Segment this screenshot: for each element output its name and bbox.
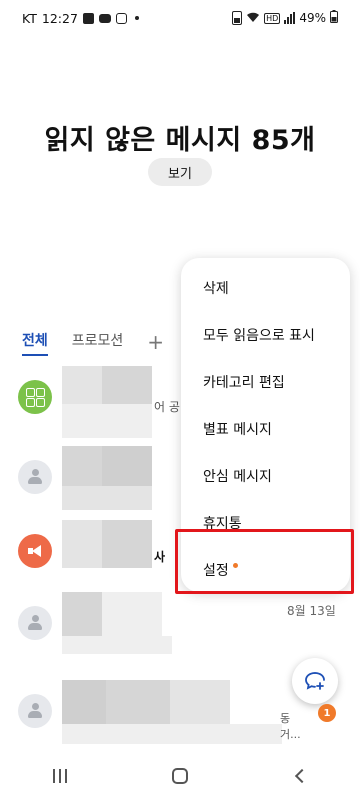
overflow-menu: 삭제 모두 읽음으로 표시 카테고리 편집 별표 메시지 안심 메시지 휴지통 …	[181, 258, 350, 592]
gallery-notification-icon	[82, 12, 94, 24]
page-title: 읽지 않은 메시지 85개	[44, 125, 316, 156]
carrier-label: KT	[22, 10, 37, 26]
view-button[interactable]: 보기	[148, 158, 212, 186]
avatar	[18, 534, 52, 568]
battery-icon	[330, 10, 338, 26]
message-date: 8월 13일	[287, 604, 336, 618]
battery-saver-icon	[232, 11, 243, 25]
message-snippet: 사	[154, 550, 166, 564]
avatar	[18, 694, 52, 728]
home-button[interactable]	[150, 756, 210, 796]
back-icon	[294, 768, 310, 784]
category-tabs: 전체 프로모션 +	[22, 330, 164, 356]
home-icon	[172, 768, 188, 784]
avatar	[18, 606, 52, 640]
avatar	[18, 380, 52, 414]
menu-item-trash[interactable]: 휴지통	[181, 499, 350, 546]
avatar	[18, 460, 52, 494]
new-badge-dot	[232, 563, 238, 568]
system-nav-bar	[0, 752, 360, 800]
menu-item-delete[interactable]: 삭제	[181, 264, 350, 311]
instagram-notification-icon	[115, 12, 127, 24]
battery-percent: 49%	[299, 11, 326, 25]
message-snippet: 거...	[280, 728, 301, 741]
menu-item-mark-all-read[interactable]: 모두 읽음으로 표시	[181, 311, 350, 358]
message-snippet: 동	[280, 712, 291, 725]
signal-icon	[284, 12, 296, 24]
recent-apps-icon	[53, 769, 67, 783]
add-category-button[interactable]: +	[147, 332, 164, 352]
clock: 12:27	[41, 10, 78, 26]
wifi-icon	[246, 11, 260, 26]
megaphone-icon	[28, 545, 42, 557]
new-chat-icon	[305, 672, 325, 690]
status-bar: KT 12:27 HD 49%	[0, 0, 360, 36]
back-button[interactable]	[270, 756, 330, 796]
message-snippet: 어 공	[154, 400, 180, 414]
person-icon	[28, 469, 42, 485]
unread-badge: 1	[318, 704, 336, 722]
hexagon-logo-icon	[25, 387, 45, 407]
menu-item-edit-categories[interactable]: 카테고리 편집	[181, 358, 350, 405]
menu-item-safe-messages[interactable]: 안심 메시지	[181, 452, 350, 499]
tab-promotion[interactable]: 프로모션	[72, 330, 124, 354]
person-icon	[28, 703, 42, 719]
youtube-notification-icon	[98, 13, 111, 23]
menu-item-settings[interactable]: 설정	[181, 546, 350, 593]
tab-all[interactable]: 전체	[22, 330, 48, 356]
hd-voice-icon: HD	[264, 12, 281, 24]
menu-item-starred-messages[interactable]: 별표 메시지	[181, 405, 350, 452]
recent-apps-button[interactable]	[30, 756, 90, 796]
more-notifications-icon	[134, 16, 139, 20]
person-icon	[28, 615, 42, 631]
compose-button[interactable]	[292, 658, 338, 704]
